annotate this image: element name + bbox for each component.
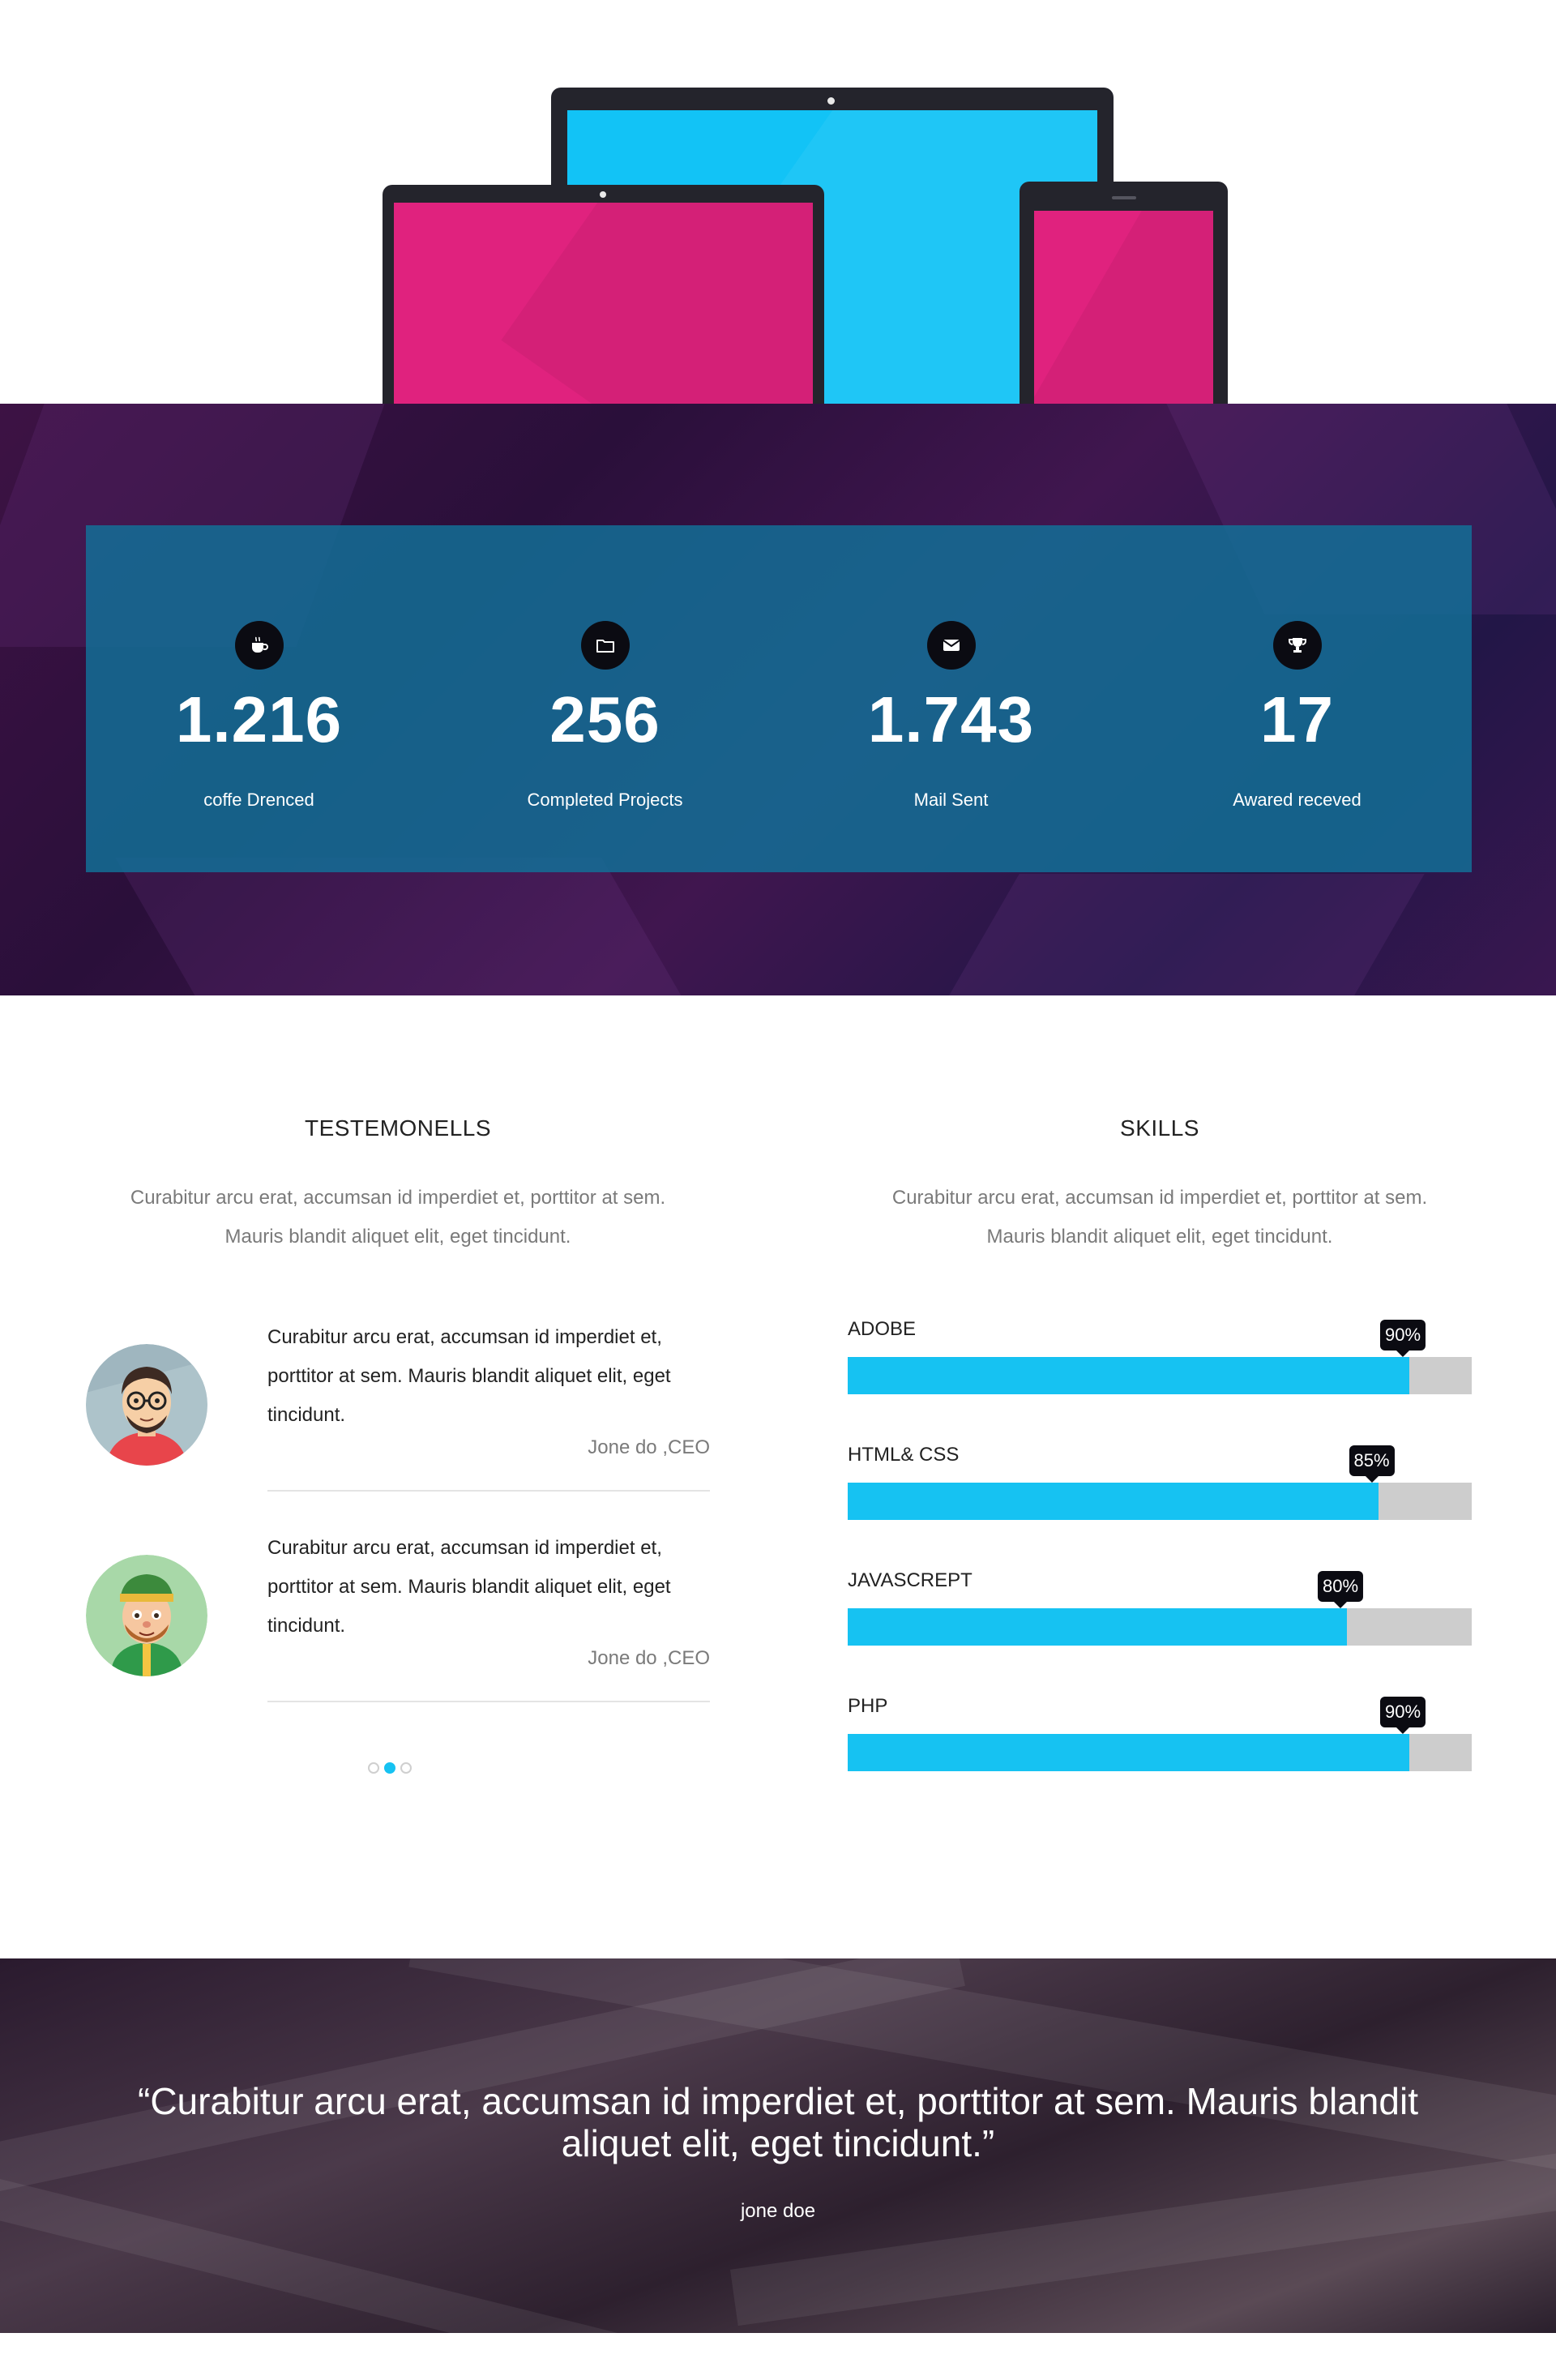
skill-percent-tooltip: 90% [1379,1320,1426,1357]
skill-label: HTML& CSS [848,1444,960,1466]
testimonials-description: Curabitur arcu erat, accumsan id imperdi… [86,1179,710,1256]
quote-text: “Curabitur arcu erat, accumsan id imperd… [138,2080,1418,2164]
skills-desc-line-1: Curabitur arcu erat, accumsan id imperdi… [891,1187,1428,1209]
skill-progress-fill [848,1608,1347,1646]
avatar [86,1344,207,1466]
skill-progress-fill [848,1357,1409,1394]
carousel-dot[interactable] [400,1762,412,1774]
skill-progress-track [848,1483,1472,1520]
testimonials-desc-line-2: Mauris blandit aliquet elit, eget tincid… [224,1226,571,1248]
hero-devices-illustration [0,0,1556,404]
testimonial-item: Curabitur arcu erat, accumsan id imperdi… [86,1318,710,1496]
skill-label: PHP [848,1695,888,1717]
stat-awards: 17 Awared receved [1124,525,1470,872]
carousel-dot-active[interactable] [384,1762,395,1774]
divider [267,1701,710,1702]
skill-progress-track [848,1357,1472,1394]
skill-progress-fill [848,1483,1379,1520]
stat-label: coffe Drenced [203,790,314,810]
testimonial-author: Jone do ,CEO [588,1647,710,1669]
tablet-image [1020,182,1228,404]
mail-icon [926,621,976,670]
skills-title: SKILLS [1120,1115,1199,1141]
skill-progress-fill [848,1734,1409,1771]
skills-description: Curabitur arcu erat, accumsan id imperdi… [848,1179,1472,1256]
stat-label: Completed Projects [527,790,683,810]
skill-progress-track [848,1734,1472,1771]
quote-author: jone doe [740,2200,816,2222]
skill-adobe: ADOBE 90% [848,1318,1472,1415]
testimonial-author: Jone do ,CEO [588,1436,710,1458]
skill-html-css: HTML& CSS 85% [848,1444,1472,1541]
trophy-icon [1272,621,1322,670]
coffee-icon [234,621,284,670]
stat-number: 1.743 [867,683,1035,756]
stat-number: 17 [1260,683,1334,756]
stat-projects: 256 Completed Projects [432,525,778,872]
stat-number: 256 [549,683,660,756]
laptop-image [383,185,824,404]
stat-label: Mail Sent [913,790,989,810]
stat-mail: 1.743 Mail Sent [778,525,1124,872]
skill-progress-track [848,1608,1472,1646]
carousel-pagination [368,1762,412,1774]
avatar [86,1555,207,1676]
skill-label: JAVASCREPT [848,1569,972,1591]
testimonial-item: Curabitur arcu erat, accumsan id imperdi… [86,1529,710,1707]
skill-percent-tooltip: 85% [1349,1445,1395,1483]
stat-coffee: 1.216 coffe Drenced [86,525,432,872]
stat-number: 1.216 [175,683,343,756]
stats-section: 1.216 coffe Drenced 256 Completed Projec… [0,404,1556,995]
skill-label: ADOBE [848,1318,917,1340]
skills-desc-line-2: Mauris blandit aliquet elit, eget tincid… [986,1226,1333,1248]
folder-icon [580,621,630,670]
stat-label: Awared receved [1233,790,1362,810]
divider [267,1490,710,1492]
skill-percent-tooltip: 90% [1379,1697,1426,1734]
testimonial-text: Curabitur arcu erat, accumsan id imperdi… [267,1326,671,1426]
carousel-dot[interactable] [368,1762,379,1774]
testimonial-text: Curabitur arcu erat, accumsan id imperdi… [267,1537,671,1637]
testimonials-desc-line-1: Curabitur arcu erat, accumsan id imperdi… [130,1187,666,1209]
stats-panel: 1.216 coffe Drenced 256 Completed Projec… [86,525,1472,872]
testimonials-title: TESTEMONELLS [304,1115,492,1141]
skill-php: PHP 90% [848,1695,1472,1792]
skill-javascript: JAVASCREPT 80% [848,1569,1472,1667]
quote-section: “Curabitur arcu erat, accumsan id imperd… [0,1958,1556,2333]
skill-percent-tooltip: 80% [1317,1571,1364,1608]
